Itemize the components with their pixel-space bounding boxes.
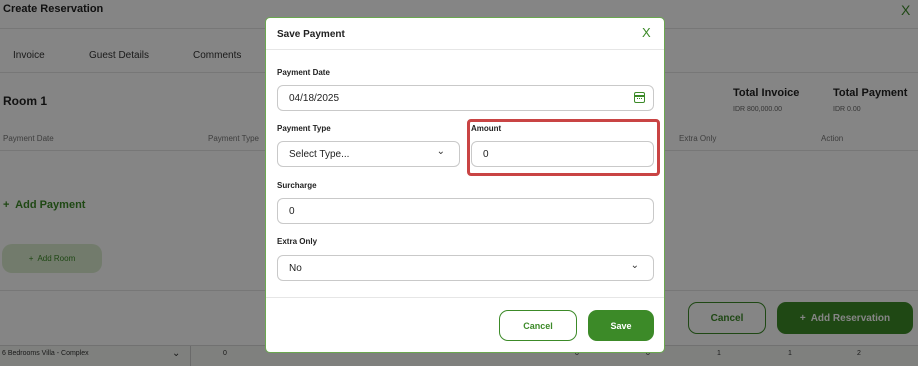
dialog-header: Save Payment X bbox=[266, 18, 664, 50]
payment-date-label: Payment Date bbox=[277, 68, 330, 77]
chevron-down-icon: ⌄ bbox=[630, 260, 639, 271]
extra-only-select[interactable]: No ⌄ bbox=[277, 255, 654, 281]
payment-date-value: 04/18/2025 bbox=[289, 92, 340, 104]
surcharge-value: 0 bbox=[289, 205, 295, 217]
divider bbox=[266, 297, 664, 298]
extra-only-label: Extra Only bbox=[277, 237, 318, 246]
payment-type-value: Select Type... bbox=[289, 148, 350, 160]
surcharge-label: Surcharge bbox=[277, 181, 317, 190]
payment-type-select[interactable]: Select Type... ⌄ bbox=[277, 141, 460, 167]
calendar-icon[interactable] bbox=[634, 92, 645, 103]
extra-only-value: No bbox=[289, 262, 302, 274]
amount-label: Amount bbox=[471, 124, 502, 133]
payment-date-field[interactable]: 04/18/2025 bbox=[277, 85, 654, 111]
chevron-down-icon: ⌄ bbox=[436, 146, 445, 157]
cancel-button[interactable]: Cancel bbox=[499, 310, 577, 341]
save-button[interactable]: Save bbox=[588, 310, 654, 341]
amount-value: 0 bbox=[483, 148, 489, 160]
dialog-title: Save Payment bbox=[277, 29, 345, 40]
close-icon[interactable]: X bbox=[642, 25, 651, 40]
save-payment-dialog: Save Payment X Payment Date 04/18/2025 P… bbox=[265, 17, 665, 353]
surcharge-input[interactable]: 0 bbox=[277, 198, 654, 224]
amount-input[interactable]: 0 bbox=[471, 141, 654, 167]
payment-type-label: Payment Type bbox=[277, 124, 331, 133]
